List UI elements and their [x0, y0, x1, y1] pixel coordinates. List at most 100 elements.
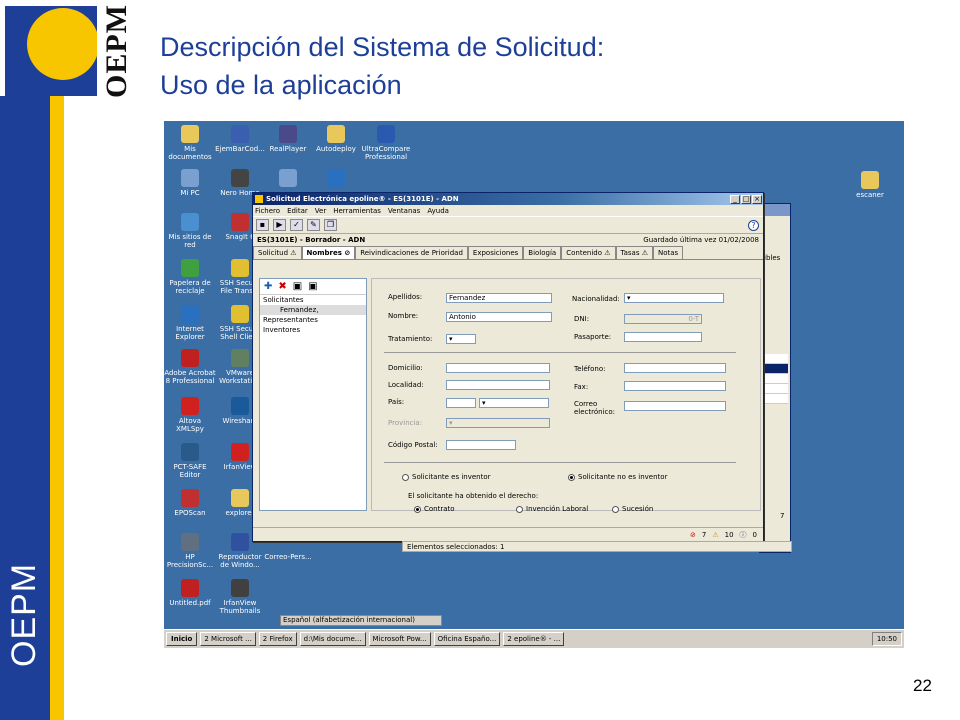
eposcan-icon — [181, 489, 199, 507]
warning-count: 10 — [724, 530, 734, 539]
desktop-icon-label: Mis sitios de red — [168, 233, 212, 249]
desktop-icon-label: Autodeploy — [316, 145, 356, 153]
desktop-icon[interactable]: Internet Explorer — [164, 305, 216, 341]
domicilio-input[interactable] — [446, 363, 550, 373]
ssh-file-icon — [231, 259, 249, 277]
menu-item[interactable]: Ver — [315, 207, 326, 215]
nacionalidad-select[interactable]: ▾ — [624, 293, 724, 303]
xmlspy-icon — [181, 397, 199, 415]
import-icon[interactable]: ▣ — [293, 281, 302, 292]
start-button[interactable]: Inicio — [166, 632, 198, 646]
tratamiento-select[interactable]: ▾ — [446, 334, 476, 344]
desktop-icon[interactable]: Papelera de reciclaje — [164, 259, 216, 295]
tree-item-representantes[interactable]: Representantes — [260, 315, 366, 325]
desktop-icon[interactable]: EjemBarCod... — [214, 125, 266, 153]
tab-solicitud[interactable]: Solicitud ⚠ — [253, 246, 302, 259]
desktop-icon[interactable]: IrfanView Thumbnails — [214, 579, 266, 615]
provincia-select[interactable]: ▾ — [446, 418, 550, 428]
desktop-icon[interactable]: Mi PC — [164, 169, 216, 197]
pais-select[interactable]: ▾ — [479, 398, 549, 408]
tree-item-fernandez[interactable]: Fernandez, — [260, 305, 366, 315]
correo-input[interactable] — [624, 401, 726, 411]
background-window-text: ibles — [764, 254, 781, 262]
menu-item[interactable]: Herramientas — [333, 207, 381, 215]
recycle-bin-icon — [181, 259, 199, 277]
desktop-icon-label: Untitled.pdf — [169, 599, 211, 607]
add-icon[interactable]: ✚ — [264, 281, 272, 292]
maximize-button[interactable]: □ — [741, 194, 751, 204]
radio-invencion-laboral[interactable]: Invención Laboral — [516, 505, 588, 513]
pasaporte-label: Pasaporte: — [574, 333, 612, 341]
desktop-icon[interactable]: EPOScan — [164, 489, 216, 517]
radio-solicitante-inventor[interactable]: Solicitante es inventor — [402, 473, 491, 481]
applicant-tree: ✚ ✖ ▣ ▣ Solicitantes Fernandez, Represen… — [259, 278, 367, 511]
desktop-icon[interactable]: Autodeploy — [310, 125, 362, 153]
tree-item-solicitantes[interactable]: Solicitantes — [260, 295, 366, 305]
taskbar-button[interactable]: d:\Mis docume... — [299, 632, 366, 646]
radio-solicitante-no-inventor[interactable]: Solicitante no es inventor — [568, 473, 667, 481]
save-icon[interactable]: ▪ — [256, 219, 269, 231]
export-icon[interactable]: ▣ — [308, 281, 317, 292]
sign-icon[interactable]: ✎ — [307, 219, 320, 231]
play-icon[interactable]: ▶ — [273, 219, 286, 231]
dni-input[interactable]: 0-T — [624, 314, 702, 324]
localidad-input[interactable] — [446, 380, 550, 390]
pasaporte-input[interactable] — [624, 332, 702, 342]
help-icon[interactable]: ? — [748, 219, 759, 231]
desktop-icon[interactable]: PCT-SAFE Editor — [164, 443, 216, 479]
codigo-postal-input[interactable] — [446, 440, 516, 450]
close-button[interactable]: × — [752, 194, 762, 204]
app-titlebar[interactable]: Solicitud Electrónica epoline® - ES(3101… — [253, 193, 763, 205]
desktop-icon[interactable]: Altova XMLSpy — [164, 397, 216, 433]
tree-item-inventores[interactable]: Inventores — [260, 325, 366, 335]
tab-biolog-a[interactable]: Biología — [523, 246, 562, 259]
desktop-icon[interactable] — [262, 169, 314, 189]
pais-code-input[interactable] — [446, 398, 476, 408]
delete-icon[interactable]: ✖ — [278, 281, 286, 292]
desktop-icon[interactable]: UltraCompare Professional — [360, 125, 412, 161]
tab-contenido[interactable]: Contenido ⚠ — [561, 246, 616, 259]
menu-item[interactable]: Ayuda — [427, 207, 449, 215]
telefono-input[interactable] — [624, 363, 726, 373]
desktop-icon[interactable]: Mis sitios de red — [164, 213, 216, 249]
taskbar-button[interactable]: Oficina Españo... — [433, 632, 501, 646]
desktop-icon[interactable]: escaner — [844, 171, 896, 199]
taskbar-button[interactable]: 2 Firefox — [258, 632, 297, 646]
radio-sucesion[interactable]: Sucesión — [612, 505, 653, 513]
desktop-icon[interactable]: Mis documentos — [164, 125, 216, 161]
desktop-icon[interactable]: HP PrecisionSc... — [164, 533, 216, 569]
radio-contrato[interactable]: Contrato — [414, 505, 455, 513]
language-bar[interactable]: Español (alfabetización internacional) — [280, 615, 442, 626]
oepm-logo — [5, 6, 97, 96]
app-statusbar: ⊘ 7 ⚠ 10 ⓘ 0 — [253, 527, 763, 541]
tab-reivindicaciones-de-prioridad[interactable]: Reivindicaciones de Prioridad — [355, 246, 468, 259]
tab-exposiciones[interactable]: Exposiciones — [467, 246, 524, 259]
taskbar-button[interactable]: 2 Microsoft ... — [200, 632, 256, 646]
desktop-icon[interactable]: Adobe Acrobat 8 Professional — [164, 349, 216, 385]
tab-notas[interactable]: Notas — [653, 246, 684, 259]
pages-icon[interactable]: ❐ — [324, 219, 337, 231]
tab-nombres[interactable]: Nombres ⊘ — [301, 246, 356, 259]
apellidos-input[interactable]: Fernandez — [446, 293, 552, 303]
desktop-icon[interactable] — [310, 169, 362, 189]
fax-input[interactable] — [624, 381, 726, 391]
telefono-label: Teléfono: — [574, 365, 606, 373]
desktop-icon[interactable]: Untitled.pdf — [164, 579, 216, 607]
desktop-icon-label: EjemBarCod... — [215, 145, 265, 153]
check-icon[interactable]: ✓ — [290, 219, 303, 231]
menu-item[interactable]: Fichero — [255, 207, 280, 215]
epoline-app-window[interactable]: Solicitud Electrónica epoline® - ES(3101… — [252, 192, 764, 542]
taskbar-button[interactable]: Microsoft Pow... — [368, 632, 431, 646]
document-bar: ES(3101E) - Borrador - ADN Guardado últi… — [253, 234, 763, 246]
tab-tasas[interactable]: Tasas ⚠ — [615, 246, 653, 259]
minimize-button[interactable]: _ — [730, 194, 740, 204]
desktop-icon-label: escaner — [856, 191, 884, 199]
nombre-input[interactable]: Antonio — [446, 312, 552, 322]
taskbar-button[interactable]: 2 epoline® - ... — [503, 632, 565, 646]
background-window-titlebar[interactable] — [760, 204, 790, 216]
system-tray-clock[interactable]: 10:50 — [871, 632, 902, 646]
document-name: ES(3101E) - Borrador - ADN — [257, 236, 366, 244]
desktop-icon[interactable]: RealPlayer — [262, 125, 314, 153]
menu-item[interactable]: Ventanas — [388, 207, 420, 215]
menu-item[interactable]: Editar — [287, 207, 308, 215]
